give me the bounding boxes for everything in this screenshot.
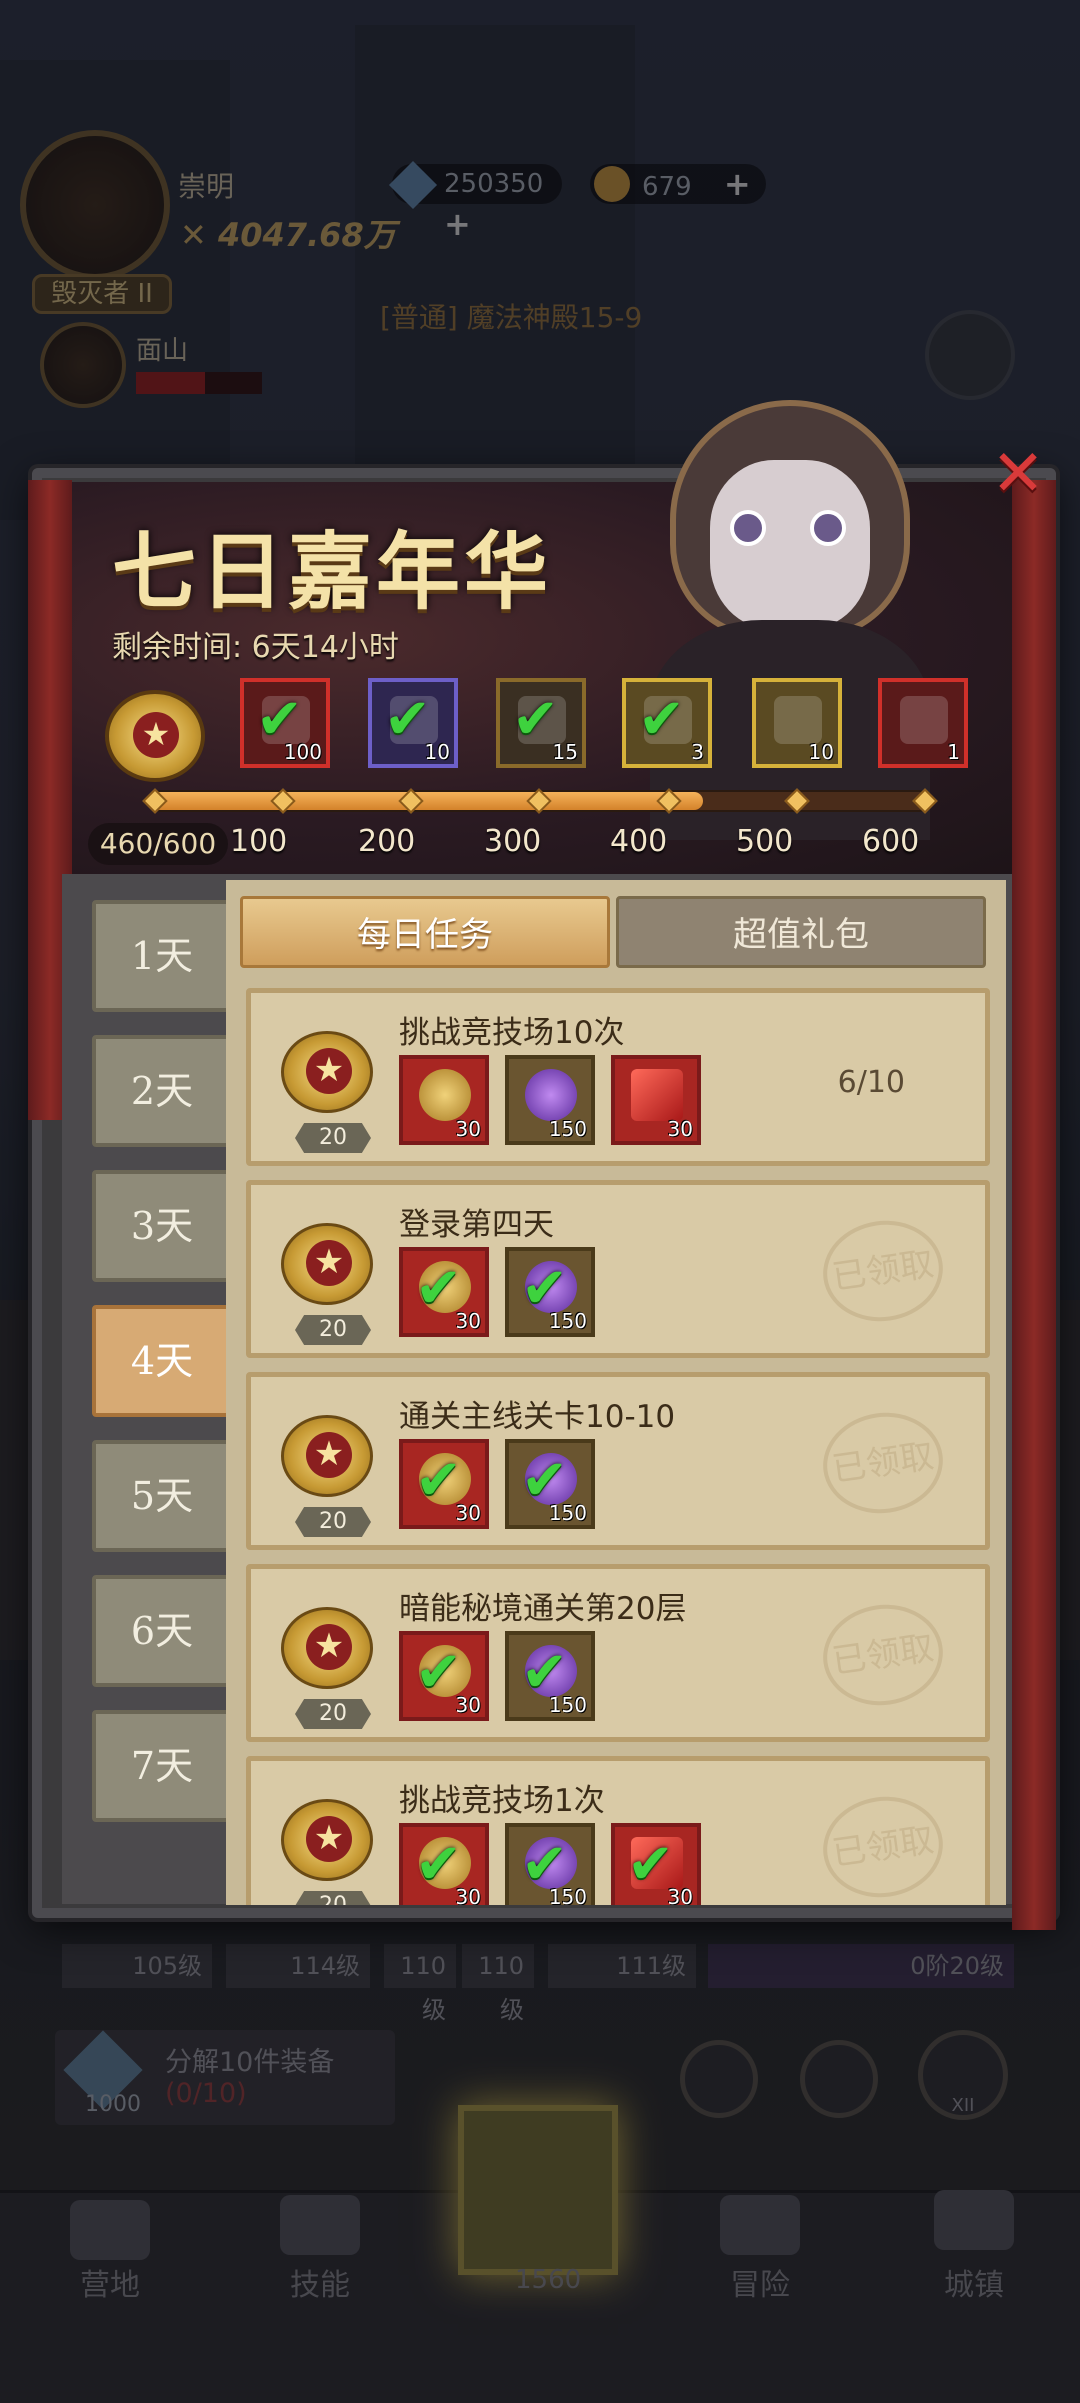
task-reward-item[interactable]: ✔ 30: [399, 1439, 489, 1529]
task-points: 20: [295, 1123, 371, 1153]
task-reward-item[interactable]: ✔ 30: [399, 1823, 489, 1905]
task-card: ★ 20 通关主线关卡10-10 ✔ 30 ✔ 150 已领取: [246, 1372, 990, 1550]
star-icon: ★: [306, 1432, 352, 1478]
day-tab-4[interactable]: 4天: [92, 1305, 232, 1417]
close-button[interactable]: ✕: [990, 442, 1046, 506]
score-medal-icon: ★: [105, 690, 205, 782]
purple-flame-icon: [525, 1069, 577, 1121]
task-title: 挑战竞技场1次: [399, 1783, 605, 1819]
task-card: ★ 20 登录第四天 ✔ 30 ✔ 150 已领取: [246, 1180, 990, 1358]
tab-daily-tasks[interactable]: 每日任务: [240, 896, 610, 968]
milestone-reward[interactable]: 10: [752, 678, 842, 768]
day-tab-6[interactable]: 6天: [92, 1575, 232, 1687]
skull-coin-icon: [419, 1069, 471, 1121]
points-medal-icon: ★: [281, 1223, 373, 1305]
task-reward-item[interactable]: ✔ 150: [505, 1439, 595, 1529]
task-title: 暗能秘境通关第20层: [399, 1591, 687, 1627]
task-points: 20: [295, 1699, 371, 1729]
claimed-stamp: 已领取: [816, 1405, 950, 1521]
task-reward-item[interactable]: 30: [399, 1055, 489, 1145]
reward-item-icon: [774, 696, 822, 744]
reward-qty: 150: [548, 1501, 587, 1525]
score-progress-fill: [152, 792, 703, 810]
task-reward-item[interactable]: 30: [611, 1055, 701, 1145]
day-tab-5[interactable]: 5天: [92, 1440, 232, 1552]
curtain-right: [1012, 480, 1056, 1930]
popup-title: 七日嘉年华: [112, 522, 553, 621]
claimed-check-icon: ✔: [638, 687, 685, 752]
task-card: ★20挑战竞技场1次✔30✔150✔30已领取: [246, 1756, 990, 1905]
points-medal-icon: ★: [281, 1415, 373, 1497]
day-tab-1[interactable]: 1天: [92, 900, 232, 1012]
task-reward-item[interactable]: ✔ 30: [399, 1247, 489, 1337]
task-title: 登录第四天: [399, 1207, 554, 1243]
reward-item-icon: [900, 696, 948, 744]
milestone-reward[interactable]: ✔ 10: [368, 678, 458, 768]
reward-qty: 30: [667, 1117, 693, 1141]
task-progress: 6/10: [837, 1065, 905, 1100]
star-icon: ★: [306, 1624, 352, 1670]
task-reward-item[interactable]: ✔ 30: [611, 1823, 701, 1905]
milestone-reward[interactable]: ✔ 100: [240, 678, 330, 768]
task-reward-item[interactable]: ✔ 150: [505, 1631, 595, 1721]
milestone-label: 200: [358, 824, 416, 859]
task-reward-item[interactable]: ✔ 150: [505, 1823, 595, 1905]
reward-qty: 100: [283, 740, 322, 764]
reward-qty: 30: [455, 1885, 481, 1905]
points-medal-icon: ★: [281, 1031, 373, 1113]
milestone-label: 400: [610, 824, 668, 859]
star-icon: ★: [306, 1048, 352, 1094]
milestone-reward[interactable]: ✔ 3: [622, 678, 712, 768]
star-icon: ★: [306, 1816, 352, 1862]
task-title: 挑战竞技场10次: [399, 1015, 625, 1051]
reward-qty: 150: [548, 1885, 587, 1905]
claimed-stamp: 已领取: [816, 1597, 950, 1713]
reward-qty: 30: [667, 1885, 693, 1905]
milestone-reward[interactable]: 1: [878, 678, 968, 768]
reward-qty: 150: [548, 1117, 587, 1141]
milestone-label: 500: [736, 824, 794, 859]
task-reward-item[interactable]: 150: [505, 1055, 595, 1145]
reward-qty: 15: [552, 740, 578, 764]
points-medal-icon: ★: [281, 1607, 373, 1689]
milestone-label: 600: [862, 824, 920, 859]
task-points: 20: [295, 1315, 371, 1345]
milestone-label: 100: [230, 824, 288, 859]
star-icon: ★: [306, 1240, 352, 1286]
task-list[interactable]: ★ 20 挑战竞技场10次 30 150 30 6/10 ★ 20 登录第四天 ✔ 30 ✔ 150 已领取…: [226, 980, 1006, 1905]
task-card: ★ 20 挑战竞技场10次 30 150 30 6/10: [246, 988, 990, 1166]
task-card: ★ 20 暗能秘境通关第20层 ✔ 30 ✔ 150 已领取: [246, 1564, 990, 1742]
reward-qty: 10: [424, 740, 450, 764]
task-reward-item[interactable]: ✔ 30: [399, 1631, 489, 1721]
reward-qty: 150: [548, 1309, 587, 1333]
red-gem-icon: [631, 1069, 683, 1121]
tab-value-packs[interactable]: 超值礼包: [616, 896, 986, 968]
task-title: 通关主线关卡10-10: [399, 1399, 676, 1435]
reward-qty: 10: [808, 740, 834, 764]
day-tab-2[interactable]: 2天: [92, 1035, 232, 1147]
reward-qty: 1: [947, 740, 960, 764]
claimed-stamp: 已领取: [816, 1789, 950, 1905]
reward-qty: 30: [455, 1117, 481, 1141]
countdown-timer: 剩余时间: 6天14小时: [112, 630, 399, 665]
day-tab-3[interactable]: 3天: [92, 1170, 232, 1282]
reward-qty: 30: [455, 1309, 481, 1333]
reward-qty: 30: [455, 1693, 481, 1717]
points-medal-icon: ★: [281, 1799, 373, 1881]
milestone-reward[interactable]: ✔ 15: [496, 678, 586, 768]
task-reward-item[interactable]: ✔ 150: [505, 1247, 595, 1337]
reward-qty: 30: [455, 1501, 481, 1525]
reward-qty: 3: [691, 740, 704, 764]
reward-qty: 150: [548, 1693, 587, 1717]
milestone-label: 300: [484, 824, 542, 859]
day-tab-7[interactable]: 7天: [92, 1710, 232, 1822]
claimed-stamp: 已领取: [816, 1213, 950, 1329]
task-points: 20: [295, 1507, 371, 1537]
score-value: 460/600: [88, 823, 228, 865]
task-points: 20: [295, 1891, 371, 1905]
